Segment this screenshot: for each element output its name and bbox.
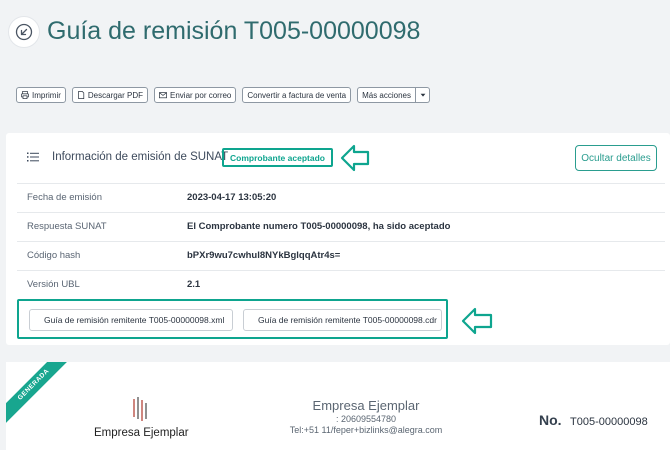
- info-value: bPXr9wu7cwhul8NYkBglqqAtr4s=: [187, 250, 341, 261]
- annotation-arrow-icon: [461, 307, 493, 335]
- info-label: Versión UBL: [27, 279, 80, 290]
- printer-icon: [21, 91, 29, 99]
- download-cdr-button[interactable]: Guía de remisión remitente T005-00000098…: [243, 309, 442, 331]
- info-row-sunat-response: Respuesta SUNAT El Comprobante numero T0…: [17, 212, 665, 241]
- more-actions-button[interactable]: Más acciones: [357, 87, 417, 103]
- company-logo: Empresa Ejemplar: [94, 395, 194, 450]
- page-header: Guía de remisión T005-00000098: [0, 0, 670, 70]
- company-contact: Tel:+51 11/feper+bizlinks@alegra.com: [289, 425, 443, 435]
- convert-invoice-button[interactable]: Convertir a factura de venta: [242, 87, 352, 103]
- annotation-arrow-icon: [340, 144, 370, 172]
- sunat-card-header: Información de emisión de SUNAT Comproba…: [6, 133, 670, 183]
- info-value: 2.1: [187, 279, 201, 290]
- logo-mark-icon: [133, 397, 147, 421]
- info-label: Código hash: [27, 250, 81, 261]
- action-toolbar: Imprimir Descargar PDF Enviar por correo…: [16, 87, 431, 103]
- info-row-ubl-version: Versión UBL 2.1: [17, 270, 665, 298]
- more-actions-label: Más acciones: [362, 90, 412, 100]
- print-button[interactable]: Imprimir: [16, 87, 66, 103]
- document-preview: GENERADA Empresa Ejemplar Empresa Ejempl…: [6, 362, 670, 450]
- status-badge: Comprobante aceptado: [222, 148, 333, 167]
- info-row-issue-date: Fecha de emisión 2023-04-17 13:05:20: [17, 183, 665, 212]
- sunat-card-title: Información de emisión de SUNAT: [52, 151, 229, 163]
- list-icon: [27, 152, 39, 162]
- back-button[interactable]: [8, 16, 40, 48]
- send-email-label: Enviar por correo: [170, 90, 232, 100]
- more-actions-dropdown[interactable]: [416, 87, 431, 103]
- info-value: 2023-04-17 13:05:20: [187, 192, 277, 203]
- print-label: Imprimir: [32, 90, 61, 100]
- number-prefix: No.: [539, 412, 562, 428]
- sunat-info-card: Información de emisión de SUNAT Comproba…: [6, 133, 670, 345]
- files-highlight-box: Guía de remisión remitente T005-00000098…: [17, 299, 448, 339]
- xml-file-label: Guía de remisión remitente T005-00000098…: [44, 315, 225, 325]
- send-email-button[interactable]: Enviar por correo: [154, 87, 237, 103]
- download-pdf-label: Descargar PDF: [87, 90, 144, 100]
- arrow-back-icon: [15, 23, 33, 41]
- generated-ribbon: GENERADA: [6, 362, 75, 426]
- envelope-icon: [159, 92, 167, 99]
- info-label: Respuesta SUNAT: [27, 221, 107, 232]
- info-row-hash: Código hash bPXr9wu7cwhul8NYkBglqqAtr4s=: [17, 241, 665, 270]
- download-pdf-button[interactable]: Descargar PDF: [71, 87, 149, 103]
- hide-details-button[interactable]: Ocultar detalles: [575, 145, 657, 171]
- document-number: No. T005-00000098: [539, 412, 648, 430]
- file-icon: [78, 91, 85, 99]
- company-name: Empresa Ejemplar: [312, 398, 420, 413]
- number-value: T005-00000098: [570, 416, 648, 428]
- convert-label: Convertir a factura de venta: [247, 90, 347, 100]
- page-title: Guía de remisión T005-00000098: [47, 17, 421, 45]
- company-info: Empresa Ejemplar : 20609554780 Tel:+51 1…: [256, 398, 476, 435]
- info-value: El Comprobante numero T005-00000098, ha …: [187, 221, 451, 232]
- caret-down-icon: [420, 93, 425, 97]
- info-label: Fecha de emisión: [27, 192, 102, 203]
- logo-text: Empresa Ejemplar: [94, 427, 189, 439]
- download-xml-button[interactable]: Guía de remisión remitente T005-00000098…: [29, 309, 233, 331]
- more-actions-split: Más acciones: [357, 87, 431, 103]
- cdr-file-label: Guía de remisión remitente T005-00000098…: [258, 315, 437, 325]
- company-ruc: : 20609554780: [335, 414, 397, 424]
